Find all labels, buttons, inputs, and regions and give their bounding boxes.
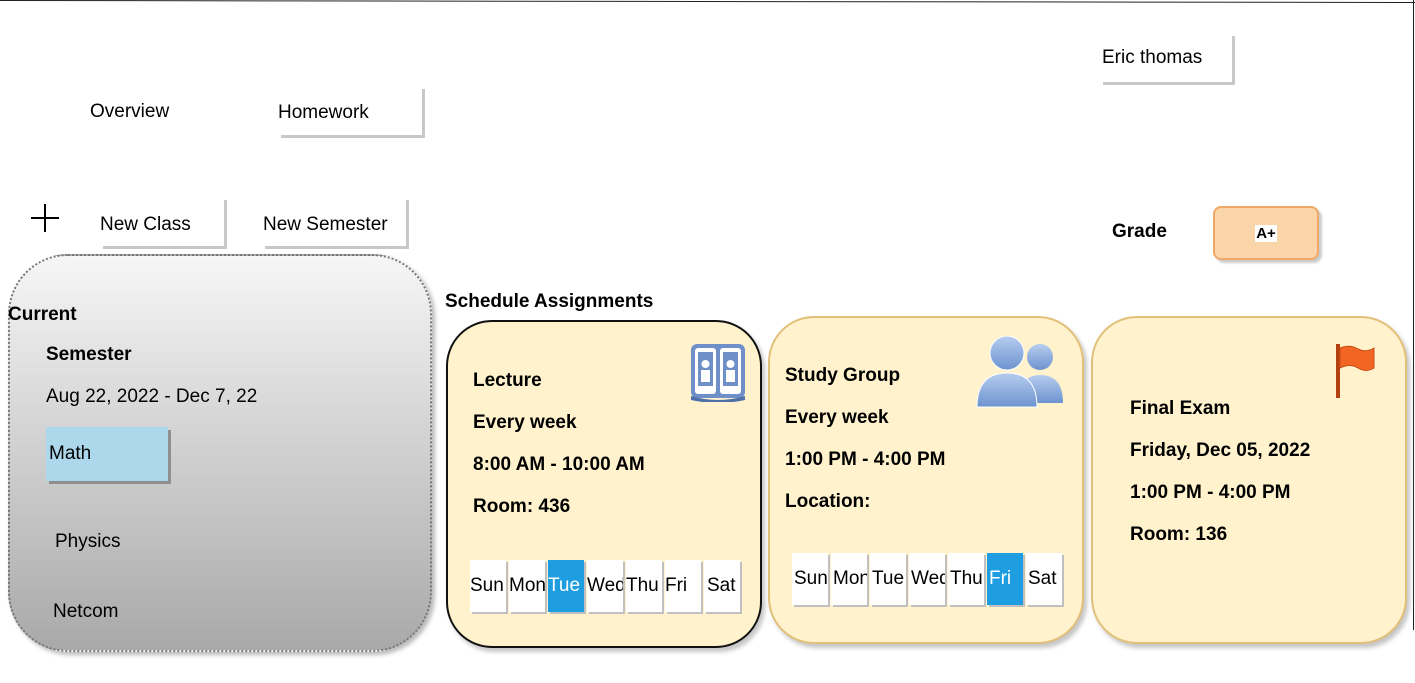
day-sat[interactable]: Sat [704, 560, 740, 612]
grade-badge[interactable]: A+ [1213, 206, 1319, 260]
class-item-math[interactable]: Math [46, 427, 168, 481]
users-icon [976, 335, 1063, 408]
window-top-border [0, 0, 1415, 3]
day-fri[interactable]: Fri [665, 560, 701, 612]
grade-label: Grade [1112, 221, 1167, 242]
flag-icon [1336, 344, 1375, 398]
class-item-netcom[interactable]: Netcom [53, 601, 118, 623]
day-mon[interactable]: Mon [831, 553, 867, 605]
study-group-location: Location: [785, 491, 871, 512]
semester-dates: Aug 22, 2022 - Dec 7, 22 [46, 386, 258, 407]
study-group-recurrence: Every week [785, 407, 889, 428]
new-semester-label: New Semester [263, 213, 388, 235]
day-wed[interactable]: Wed [587, 560, 623, 612]
lecture-recurrence: Every week [473, 412, 577, 433]
lecture-time: 8:00 AM - 10:00 AM [473, 454, 645, 475]
day-thu[interactable]: Thu [626, 560, 662, 612]
nav-homework-label: Homework [278, 101, 369, 123]
current-label: Current [8, 304, 77, 325]
study-group-title: Study Group [785, 365, 901, 386]
day-sat[interactable]: Sat [1026, 553, 1062, 605]
final-exam-room: Room: 136 [1130, 524, 1228, 545]
study-group-time: 1:00 PM - 4:00 PM [785, 449, 946, 470]
final-exam-title: Final Exam [1130, 398, 1231, 419]
lecture-title: Lecture [473, 370, 542, 391]
class-item-label: Math [49, 443, 92, 464]
window-right-border [1413, 0, 1414, 630]
final-exam-date: Friday, Dec 05, 2022 [1130, 440, 1311, 461]
day-tue[interactable]: Tue [870, 553, 906, 605]
nav-homework[interactable]: Homework [278, 86, 422, 135]
day-wed[interactable]: Wed [909, 553, 945, 605]
day-thu[interactable]: Thu [948, 553, 984, 605]
day-sun[interactable]: Sun [470, 560, 506, 612]
schedule-heading: Schedule Assignments [445, 291, 654, 312]
lecture-room: Room: 436 [473, 496, 571, 517]
new-class-button[interactable]: New Class [100, 197, 224, 246]
semester-title: Semester [46, 344, 132, 365]
user-name: Eric thomas [1102, 46, 1203, 68]
day-tue[interactable]: Tue [548, 560, 584, 612]
day-mon[interactable]: Mon [509, 560, 545, 612]
lecture-days: Sun Mon Tue Wed Thu Fri Sat [470, 560, 740, 612]
class-item-physics[interactable]: Physics [55, 531, 120, 553]
study-group-days: Sun Mon Tue Wed Thu Fri Sat [792, 553, 1062, 605]
grade-value: A+ [1255, 224, 1277, 242]
new-class-label: New Class [100, 213, 191, 235]
book-icon [691, 344, 745, 402]
day-sun[interactable]: Sun [792, 553, 828, 605]
day-fri[interactable]: Fri [987, 553, 1023, 605]
new-semester-button[interactable]: New Semester [262, 197, 406, 246]
add-icon[interactable] [31, 204, 59, 232]
final-exam-time: 1:00 PM - 4:00 PM [1130, 482, 1291, 503]
nav-overview[interactable]: Overview [90, 101, 169, 123]
user-name-button[interactable]: Eric thomas [1100, 33, 1232, 82]
